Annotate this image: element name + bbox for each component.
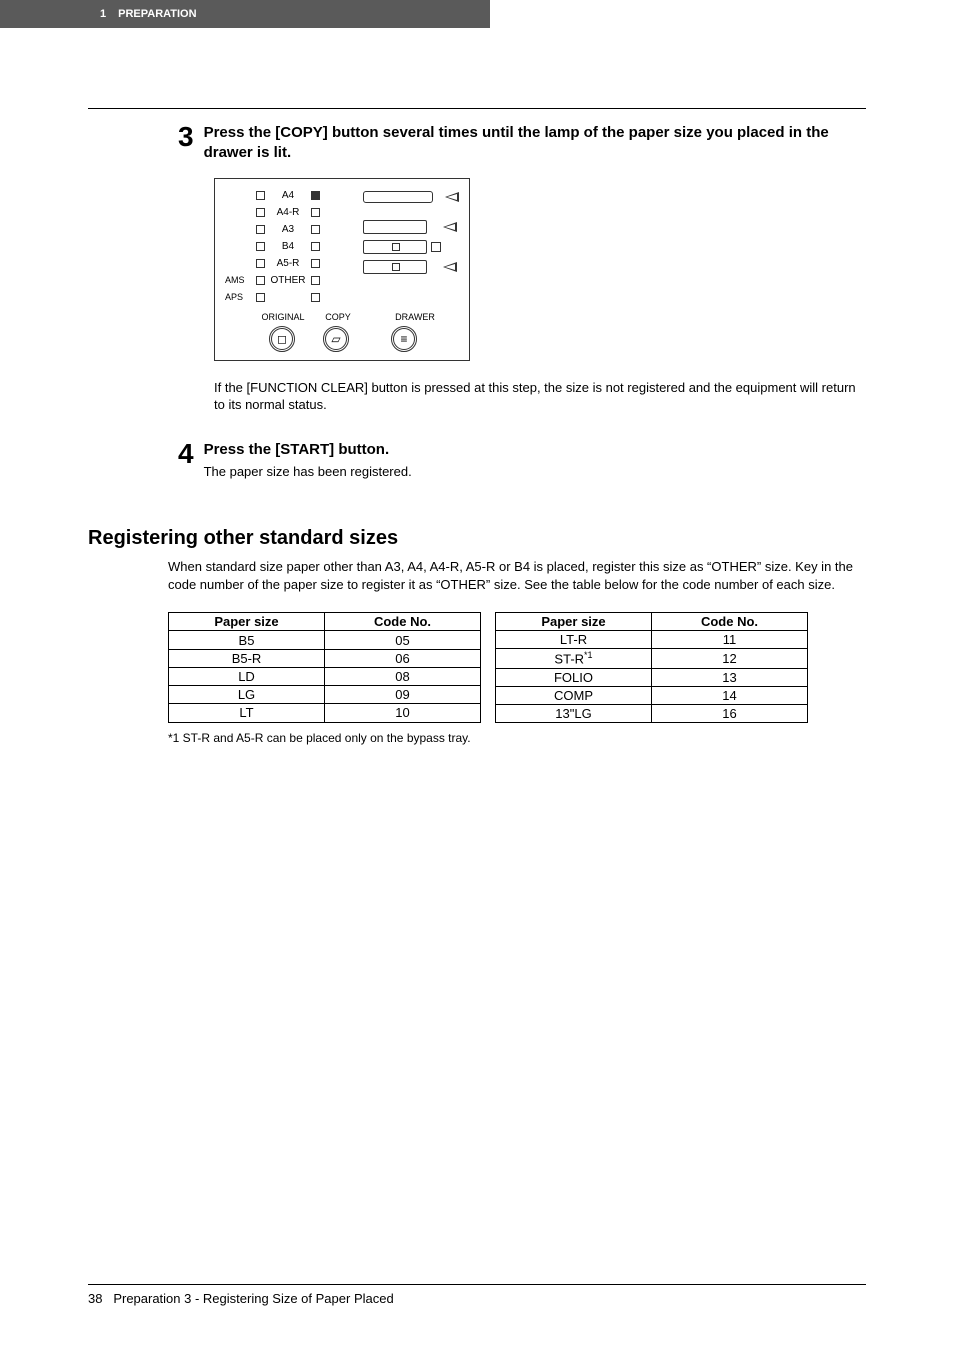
paper-size-list: A4 A4-R A3 B4 A5-R AMSOTHER APS	[225, 187, 353, 306]
code-table-right: Paper size Code No. LT-R11 ST-R*112 FOLI…	[495, 612, 808, 722]
chapter-number: 1	[100, 8, 106, 20]
section-heading: Registering other standard sizes	[88, 527, 866, 550]
footnote: *1 ST-R and A5-R can be placed only on t…	[168, 731, 866, 745]
step-3-title: Press the [COPY] button several times un…	[204, 123, 866, 164]
diagram-box: A4 A4-R A3 B4 A5-R AMSOTHER APS	[214, 178, 470, 361]
code-table-left: Paper size Code No. B505 B5-R06 LD08 LG0…	[168, 612, 481, 722]
step-3: 3 Press the [COPY] button several times …	[178, 123, 866, 164]
th-code-no: Code No.	[652, 613, 808, 631]
original-button-icon: ◻	[269, 326, 295, 352]
th-code-no: Code No.	[325, 613, 481, 631]
table-row: ST-R*112	[496, 649, 808, 668]
footer: 38 Preparation 3 - Registering Size of P…	[88, 1284, 866, 1306]
footer-title: Preparation 3 - Registering Size of Pape…	[113, 1291, 393, 1306]
th-paper-size: Paper size	[169, 613, 325, 631]
drawer-button-icon: ≡	[391, 326, 417, 352]
table-row: 13"LG16	[496, 704, 808, 722]
table-row: B5-R06	[169, 649, 481, 667]
copy-button-icon: ▱	[323, 326, 349, 352]
footer-page: 38	[88, 1291, 102, 1306]
label-original: ORIGINAL	[253, 312, 313, 322]
drawer-diagram	[353, 187, 459, 306]
table-row: COMP14	[496, 686, 808, 704]
step-3-number: 3	[178, 123, 194, 151]
table-row: LT10	[169, 704, 481, 722]
label-copy: COPY	[313, 312, 363, 322]
copier-panel-diagram: A4 A4-R A3 B4 A5-R AMSOTHER APS	[214, 178, 866, 361]
step-3-note: If the [FUNCTION CLEAR] button is presse…	[214, 379, 856, 414]
step-4-title: Press the [START] button.	[204, 440, 866, 460]
th-paper-size: Paper size	[496, 613, 652, 631]
footer-rule	[88, 1284, 866, 1285]
step-3-text: Press the [COPY] button several times un…	[204, 123, 866, 164]
step-4-text: Press the [START] button. The paper size…	[204, 440, 866, 479]
footer-text: 38 Preparation 3 - Registering Size of P…	[88, 1291, 866, 1306]
chapter-title: PREPARATION	[118, 8, 196, 20]
header-bar: 1 PREPARATION	[0, 0, 490, 28]
step-4-body: The paper size has been registered.	[204, 464, 866, 479]
content: 3 Press the [COPY] button several times …	[0, 108, 954, 745]
label-drawer: DRAWER	[385, 312, 445, 322]
table-row: FOLIO13	[496, 668, 808, 686]
step-4-number: 4	[178, 440, 194, 468]
table-row: LG09	[169, 686, 481, 704]
bypass-tray-icon	[353, 189, 459, 213]
table-row: LD08	[169, 667, 481, 685]
top-rule	[88, 108, 866, 109]
table-row: LT-R11	[496, 631, 808, 649]
table-row: B505	[169, 631, 481, 649]
step-4: 4 Press the [START] button. The paper si…	[178, 440, 866, 479]
section-body: When standard size paper other than A3, …	[168, 558, 866, 594]
code-tables: Paper size Code No. B505 B5-R06 LD08 LG0…	[168, 612, 866, 722]
